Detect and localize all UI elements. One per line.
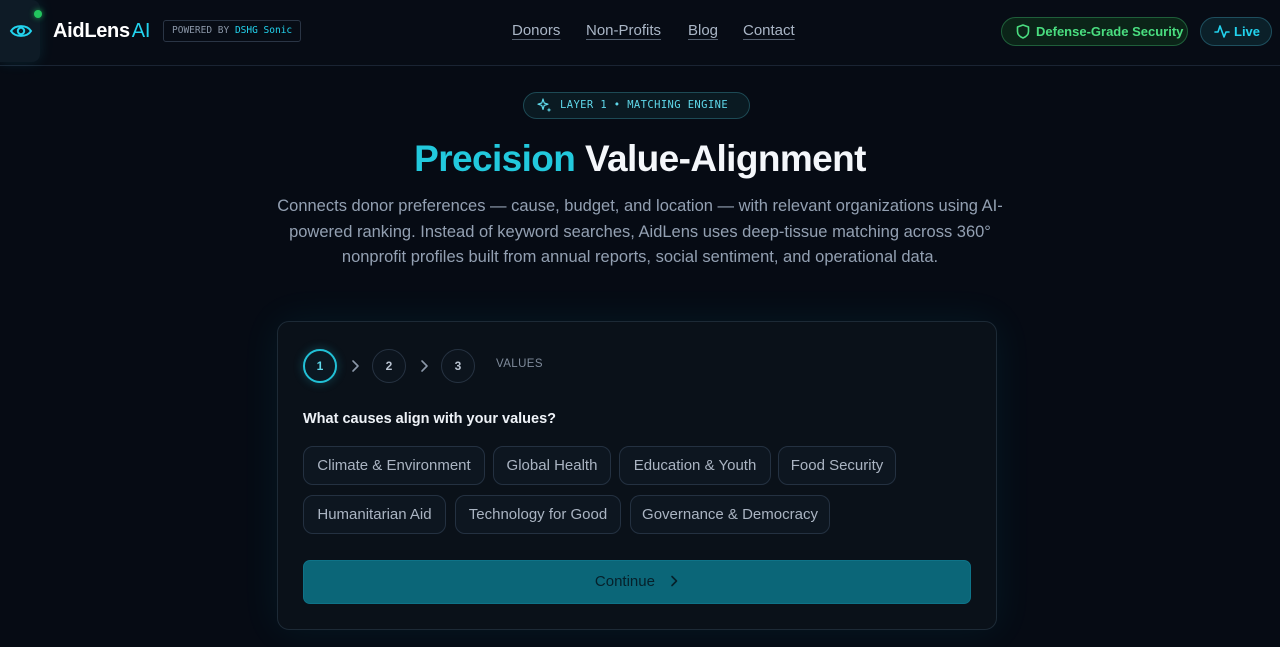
- security-badge[interactable]: Defense-Grade Security: [1001, 17, 1188, 46]
- cause-chip-food-security[interactable]: Food Security: [778, 446, 896, 485]
- continue-button[interactable]: Continue: [303, 560, 971, 604]
- cause-chip-humanitarian[interactable]: Humanitarian Aid: [303, 495, 446, 534]
- nav-link-donors[interactable]: Donors: [512, 22, 560, 39]
- live-badge-label: Live: [1234, 24, 1261, 39]
- live-badge[interactable]: Live: [1200, 17, 1272, 46]
- matching-wizard-card: 1 2 3 VALUES What causes align with your…: [277, 321, 997, 630]
- title-rest: Value-Alignment: [584, 138, 866, 179]
- security-badge-label: Defense-Grade Security: [1036, 24, 1184, 39]
- layer-badge-label: LAYER 1 • MATCHING ENGINE: [560, 99, 729, 111]
- top-navbar: AidLens AI POWERED BY DSHG Sonic Donors N…: [0, 0, 1280, 66]
- cause-chip-governance[interactable]: Governance & Democracy: [630, 495, 830, 534]
- continue-label: Continue: [594, 573, 655, 590]
- step-1[interactable]: 1: [303, 349, 337, 383]
- activity-icon: [1214, 25, 1230, 38]
- page-title: Precision Value-Alignment: [0, 138, 1280, 180]
- chevron-right-icon: [421, 360, 428, 372]
- cause-chip-global-health[interactable]: Global Health: [493, 446, 611, 485]
- cause-chip-technology[interactable]: Technology for Good: [455, 495, 621, 534]
- nav-link-contact[interactable]: Contact: [743, 22, 795, 39]
- nav-link-blog[interactable]: Blog: [688, 22, 718, 39]
- status-dot: [34, 10, 42, 18]
- chevron-right-icon: [352, 360, 359, 372]
- question-heading: What causes align with your values?: [303, 411, 557, 427]
- sparkles-icon: [537, 98, 552, 113]
- cause-chip-education[interactable]: Education & Youth: [619, 446, 771, 485]
- layer-badge: LAYER 1 • MATCHING ENGINE: [523, 92, 750, 119]
- step-label: VALUES: [496, 358, 543, 370]
- step-2[interactable]: 2: [372, 349, 406, 383]
- cause-chip-climate[interactable]: Climate & Environment: [303, 446, 485, 485]
- chevron-right-icon: [671, 575, 678, 587]
- shield-icon: [1016, 24, 1030, 39]
- step-3[interactable]: 3: [441, 349, 475, 383]
- hero-description: Connects donor preferences — cause, budg…: [277, 197, 1003, 266]
- title-accent: Precision: [414, 138, 576, 179]
- nav-link-non-profits[interactable]: Non-Profits: [586, 22, 661, 39]
